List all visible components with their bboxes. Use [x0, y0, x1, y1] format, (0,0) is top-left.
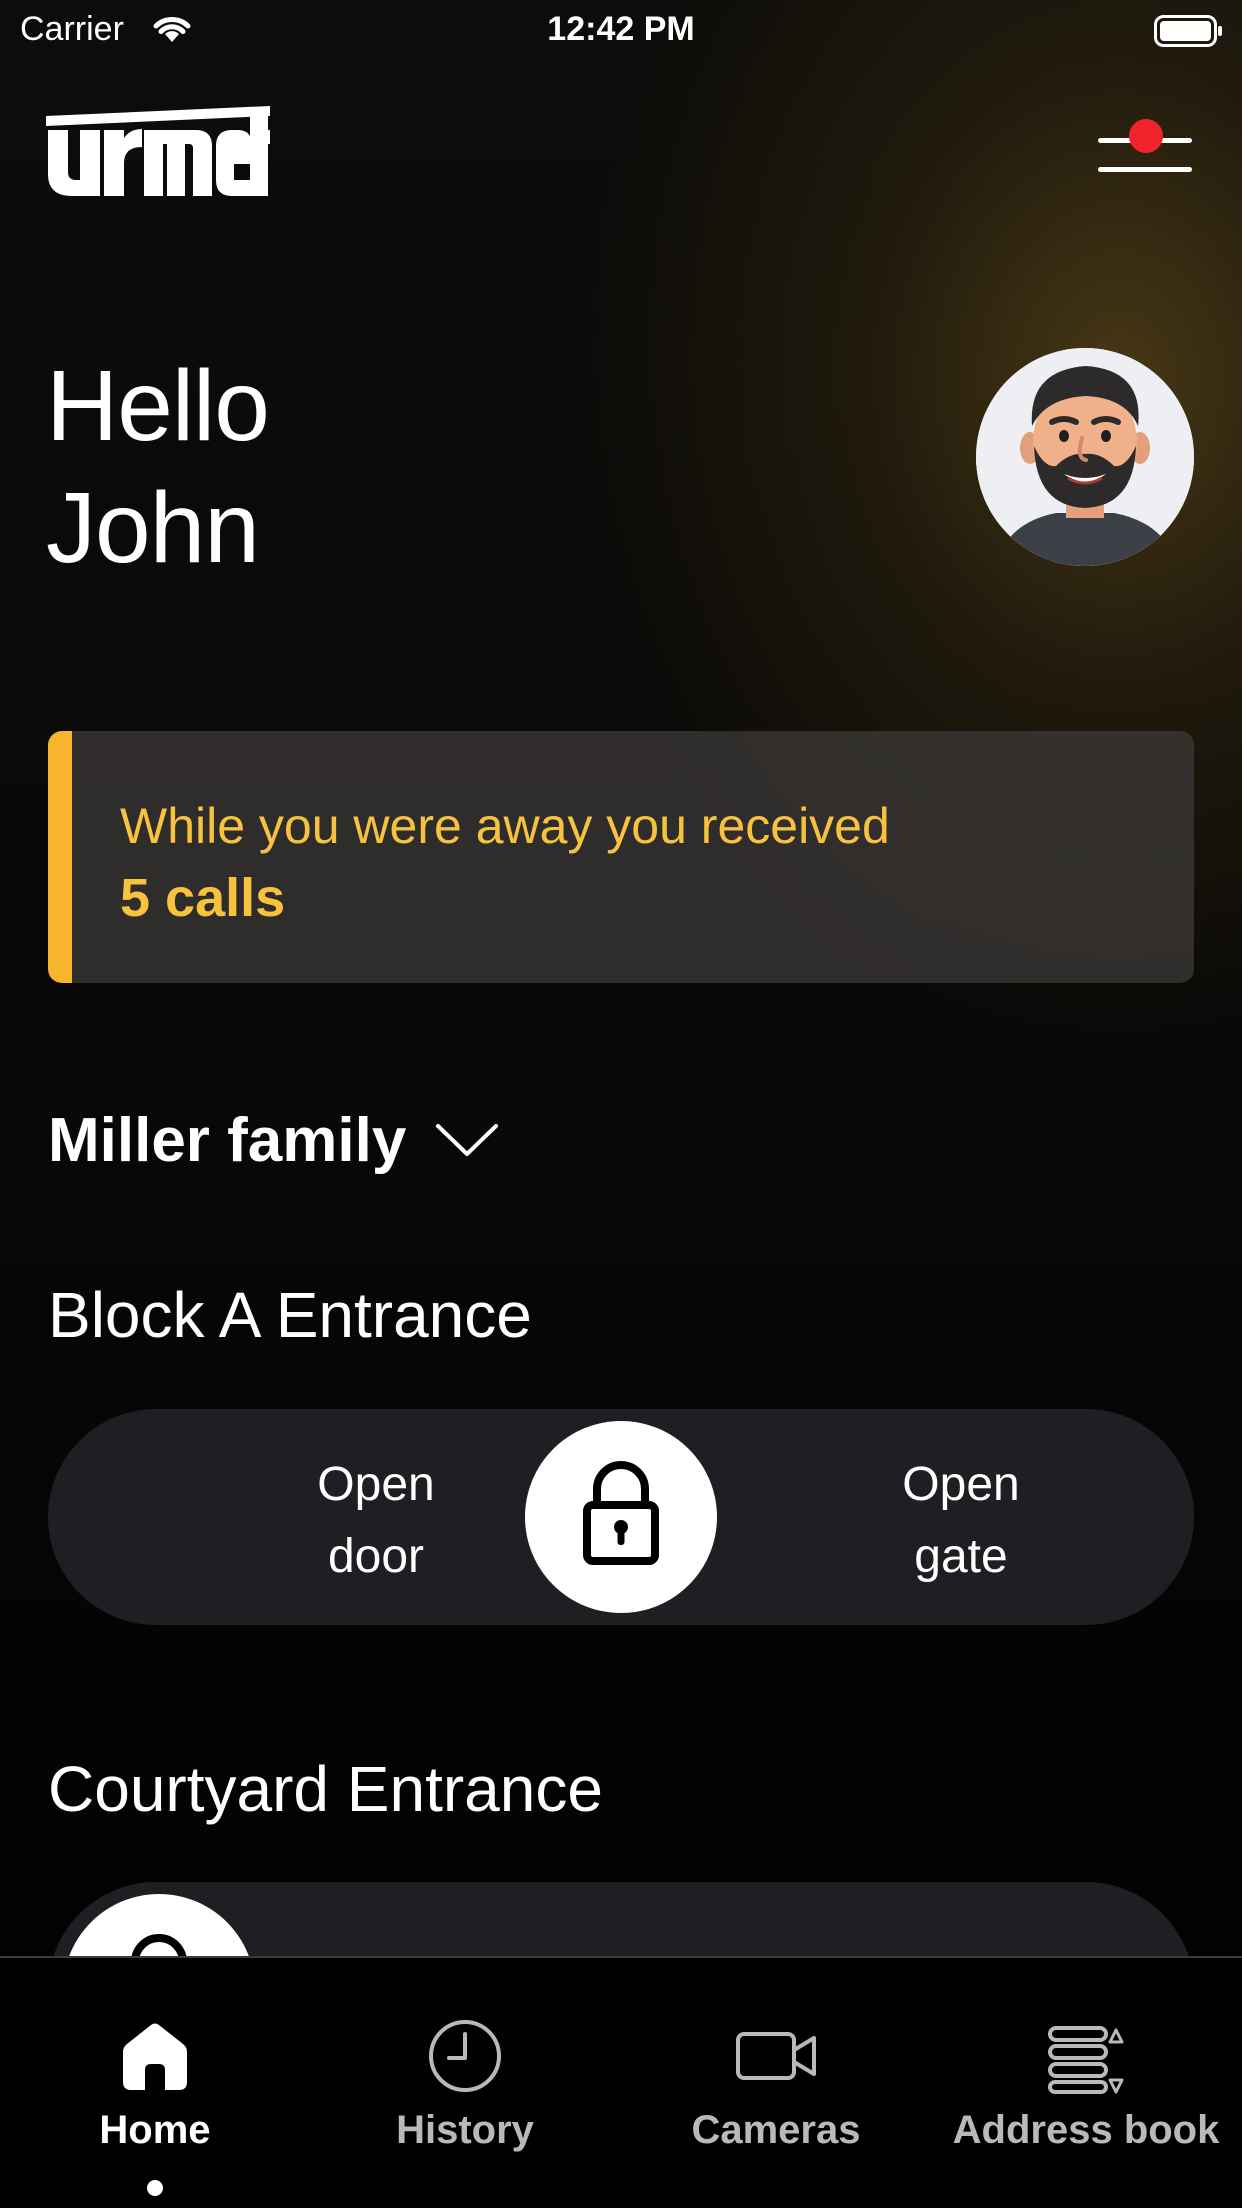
active-tab-indicator: [147, 2180, 163, 2196]
clock-icon: [429, 2020, 501, 2092]
menu-with-notification-icon: [1098, 119, 1192, 172]
tab-cameras[interactable]: Cameras: [621, 1958, 931, 2208]
user-avatar-illustration: [976, 348, 1194, 566]
home-screen: Carrier 12:42 PM Hello John While you we…: [0, 0, 1242, 2208]
missed-calls-count: 5 calls: [120, 868, 286, 928]
missed-calls-card[interactable]: While you were away you received 5 calls: [48, 731, 1194, 983]
open-door-label-line1: Open: [317, 1458, 435, 1511]
entrance-unlock-slider[interactable]: Open door Open gate: [48, 1409, 1194, 1625]
tab-label: Address book: [952, 2108, 1220, 2152]
open-door-option[interactable]: Open door: [226, 1449, 526, 1593]
menu-button[interactable]: [1092, 112, 1198, 184]
status-time: 12:42 PM: [547, 10, 695, 48]
tab-label: Cameras: [691, 2108, 861, 2152]
open-door-label-line2: door: [327, 1530, 425, 1583]
video-camera-icon: [736, 2032, 816, 2080]
lock-knob[interactable]: [525, 1421, 717, 1613]
avatar[interactable]: [976, 348, 1194, 566]
address-book-icon: [1048, 2026, 1124, 2094]
user-name: John: [46, 472, 260, 584]
urmet-logo: [46, 106, 270, 196]
lock-icon: [583, 1461, 659, 1565]
tab-label: History: [396, 2108, 534, 2152]
tab-history[interactable]: History: [310, 1958, 620, 2208]
status-bar: Carrier 12:42 PM: [0, 0, 1242, 62]
open-gate-label-line2: gate: [914, 1530, 1008, 1583]
entrance-title: Block A Entrance: [48, 1279, 532, 1351]
open-gate-option[interactable]: Open gate: [811, 1449, 1111, 1593]
tab-address-book[interactable]: Address book: [931, 1958, 1241, 2208]
tab-label: Home: [99, 2108, 211, 2152]
entrance-title: Courtyard Entrance: [48, 1753, 603, 1825]
family-selector[interactable]: Miller family: [48, 1100, 500, 1180]
family-name: Miller family: [48, 1105, 407, 1175]
tab-home[interactable]: Home: [0, 1958, 310, 2208]
greeting: Hello John: [46, 345, 270, 589]
tab-bar: Home History Cameras Address book: [0, 1956, 1242, 2208]
battery-full-icon: [1154, 15, 1222, 47]
card-accent-bar: [48, 731, 72, 983]
home-icon: [123, 2023, 187, 2090]
chevron-down-icon: [436, 1124, 499, 1156]
greeting-line: Hello: [46, 350, 270, 462]
open-gate-label-line1: Open: [902, 1458, 1020, 1511]
missed-calls-message: While you were away you received: [120, 798, 890, 854]
